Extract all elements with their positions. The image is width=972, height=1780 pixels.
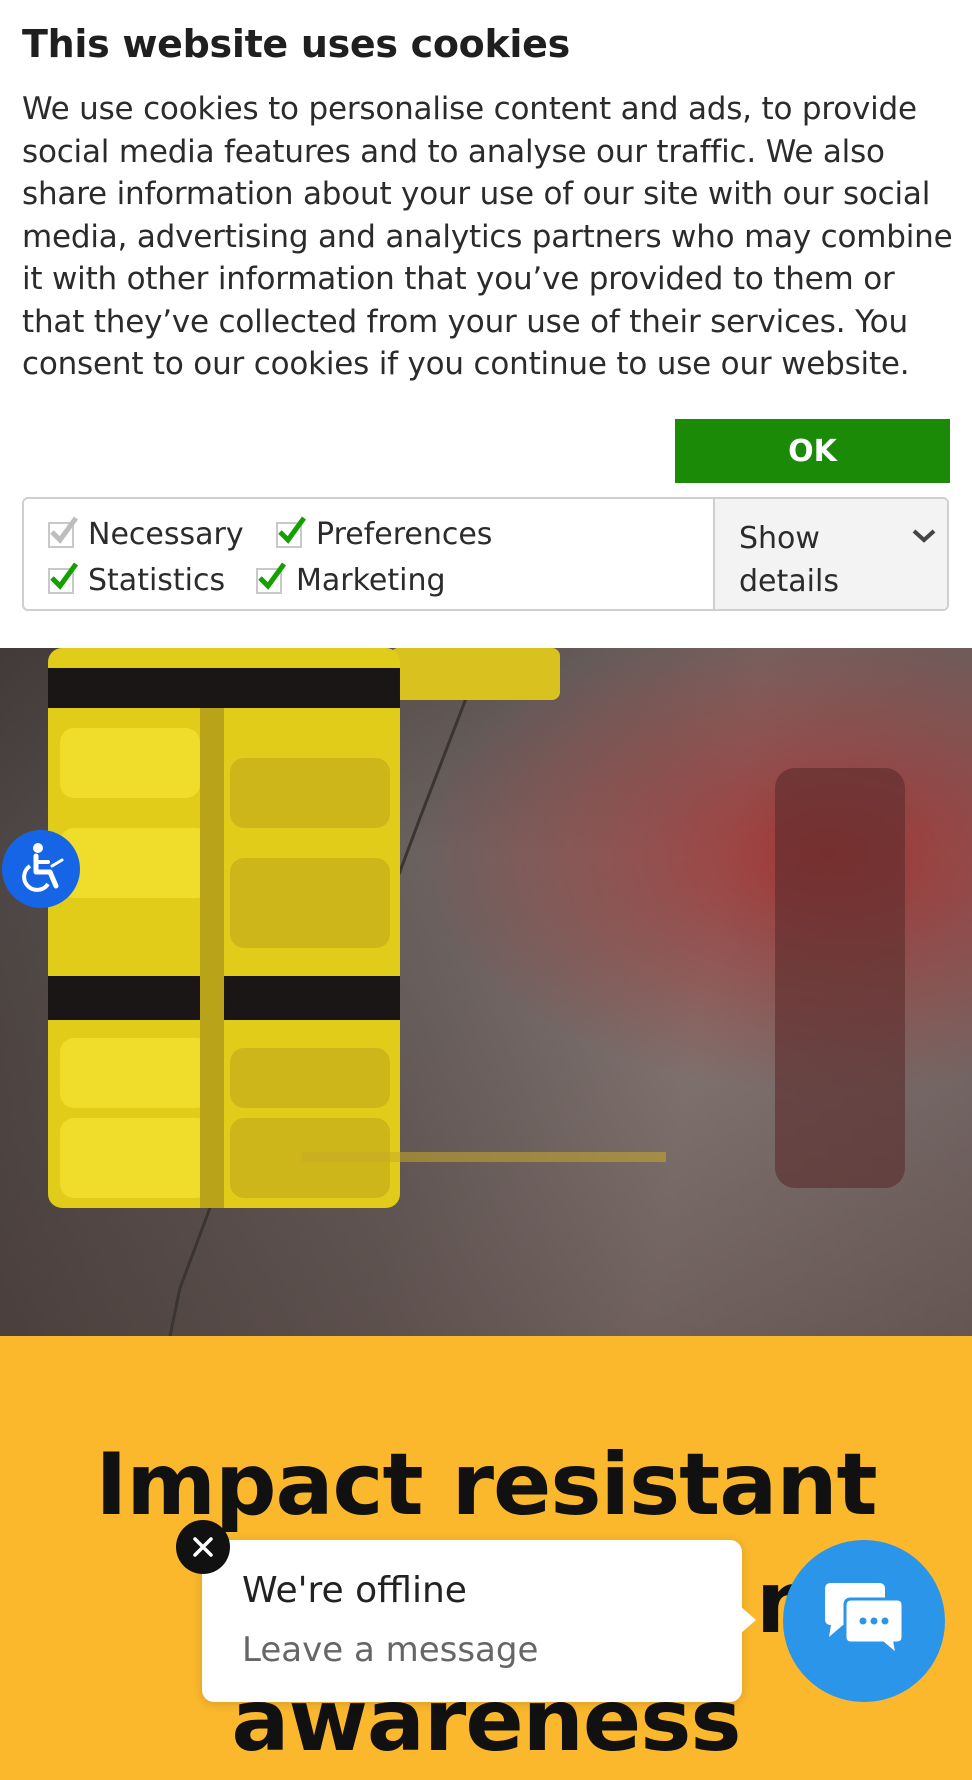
close-icon bbox=[193, 1537, 213, 1557]
preferences-checkbox-icon bbox=[276, 516, 307, 548]
checkbox-preferences[interactable]: Preferences bbox=[276, 516, 493, 552]
chat-offline-bubble[interactable]: We're offline Leave a message bbox=[202, 1540, 756, 1702]
hero-progress-line bbox=[302, 1152, 666, 1162]
checkbox-label: Preferences bbox=[316, 517, 493, 552]
checkbox-marketing[interactable]: Marketing bbox=[256, 562, 446, 598]
hero-image bbox=[0, 648, 972, 1336]
cookie-description: We use cookies to personalise content an… bbox=[22, 91, 953, 382]
statistics-checkbox-icon bbox=[48, 562, 79, 594]
checkbox-statistics[interactable]: Statistics bbox=[48, 562, 226, 598]
cookie-banner: This website uses cookies We use cookies… bbox=[0, 0, 972, 648]
headline-line-1: Impact resistant bbox=[95, 1435, 877, 1535]
hero-illustration bbox=[48, 648, 905, 1336]
chevron-down-icon bbox=[911, 527, 937, 549]
show-details-label: Show details bbox=[739, 521, 839, 599]
accessibility-button[interactable] bbox=[2, 830, 80, 908]
checkbox-label: Marketing bbox=[296, 563, 446, 598]
ok-button[interactable]: OK bbox=[675, 419, 950, 483]
consent-options: Necessary Preferences Statistics Marketi… bbox=[22, 497, 949, 611]
wheelchair-icon bbox=[22, 843, 64, 892]
chat-close-button[interactable] bbox=[176, 1520, 230, 1574]
checkbox-label: Statistics bbox=[88, 563, 226, 598]
cookie-title: This website uses cookies bbox=[22, 22, 570, 66]
chat-leave-message[interactable]: Leave a message bbox=[242, 1630, 538, 1670]
necessary-checkbox-icon bbox=[48, 516, 79, 548]
chat-launcher-button[interactable] bbox=[783, 1540, 945, 1702]
checkbox-label: Necessary bbox=[88, 517, 244, 552]
checkbox-necessary[interactable]: Necessary bbox=[48, 516, 244, 552]
chat-icon bbox=[825, 1583, 905, 1659]
marketing-checkbox-icon bbox=[256, 562, 287, 594]
show-details-button[interactable]: Show details bbox=[713, 499, 947, 609]
chat-status: We're offline bbox=[242, 1570, 467, 1611]
